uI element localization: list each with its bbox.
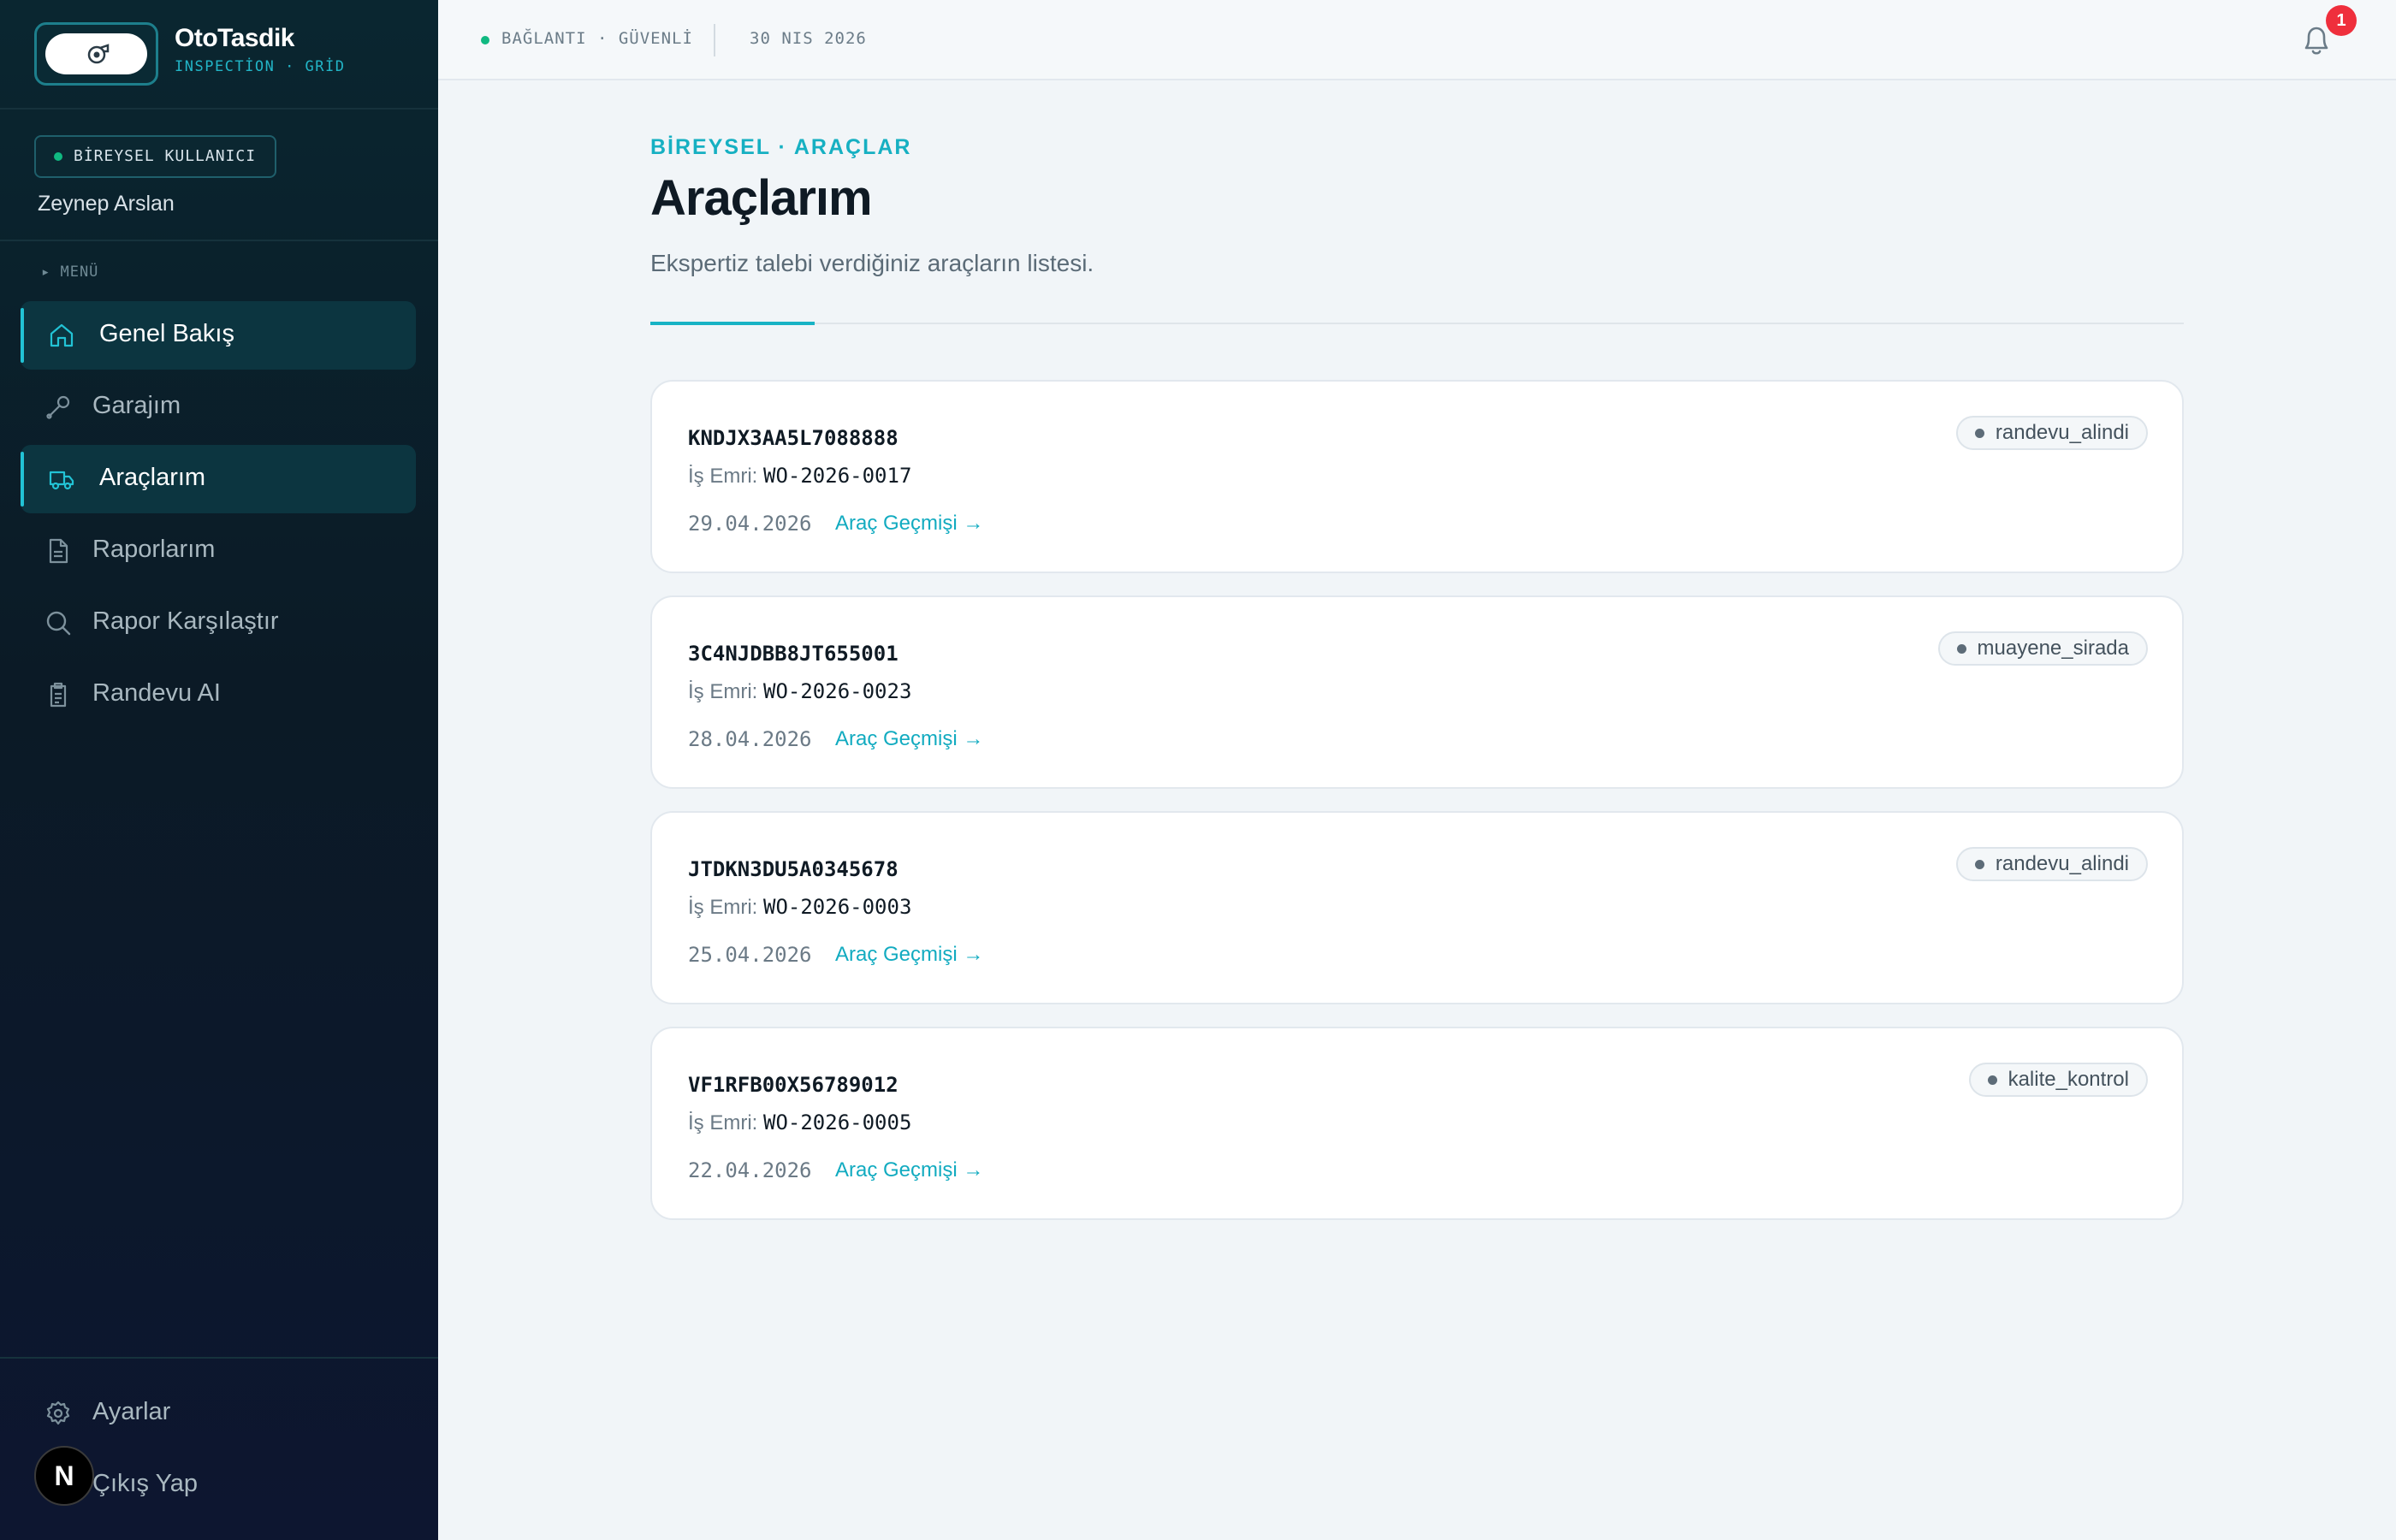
divider (714, 24, 715, 56)
work-order-label: İş Emri: (688, 465, 758, 488)
vehicle-card[interactable]: 3C4NJDBB8JT655001 İş Emri: WO-2026-0023 … (650, 595, 2184, 789)
sidebar-item-label: Randevu AI (92, 679, 221, 707)
status-dot (1974, 429, 1984, 438)
vehicle-vin: VF1RFB00X56789012 (688, 1073, 898, 1097)
vehicle-history-link[interactable]: Araç Geçmişi → (835, 943, 983, 967)
document-icon (49, 538, 68, 564)
sidebar-item-label: Çıkış Yap (92, 1470, 199, 1497)
status-label: randevu_alindi (1995, 421, 2129, 444)
sidebar-item-label: Ayarlar (92, 1398, 171, 1425)
sidebar-item-ayarlar[interactable]: Ayarlar (21, 1379, 416, 1448)
sidebar-item-label: Araçlarım (99, 464, 206, 491)
status-badge: kalite_kontrol (1968, 1063, 2148, 1097)
role-label: BİREYSEL KULLANICI (74, 147, 257, 165)
vehicle-date: 29.04.2026 (688, 512, 812, 536)
notification-count-badge[interactable]: 1 (2326, 5, 2357, 36)
sidebar-item-garajim[interactable]: Garajım (21, 373, 416, 441)
connection-label: BAĞLANTI · GÜVENLİ (501, 29, 693, 48)
menu-label: ▸ MENÜ (41, 264, 99, 281)
vehicle-vin: KNDJX3AA5L7088888 (688, 426, 898, 450)
sidebar-item-label: Genel Bakış (99, 320, 234, 347)
sidebar-item-label: Rapor Karşılaştır (92, 607, 279, 635)
status-badge: randevu_alindi (1955, 847, 2148, 881)
work-order-label: İş Emri: (688, 1111, 758, 1134)
status-badge: randevu_alindi (1955, 416, 2148, 450)
vehicle-vin: 3C4NJDBB8JT655001 (688, 642, 898, 666)
status-dot (1956, 644, 1966, 654)
vehicle-card[interactable]: KNDJX3AA5L7088888 İş Emri: WO-2026-0017 … (650, 380, 2184, 573)
logo-pill (45, 33, 147, 74)
work-order-label: İş Emri: (688, 896, 758, 919)
dev-indicator-button[interactable]: N (34, 1446, 94, 1506)
user-panel: BİREYSEL KULLANICI Zeynep Arslan (0, 110, 438, 241)
user-name: Zeynep Arslan (38, 192, 175, 216)
connection-dot (481, 36, 489, 44)
vehicle-vin: JTDKN3DU5A0345678 (688, 857, 898, 881)
online-dot (54, 152, 62, 161)
work-order: İş Emri: WO-2026-0023 (688, 679, 911, 704)
vehicle-history-link[interactable]: Araç Geçmişi → (835, 1158, 983, 1182)
status-badge: muayene_sirada (1937, 631, 2148, 666)
status-dot (1987, 1075, 1997, 1085)
truck-icon (49, 471, 74, 490)
sidebar: OtoTasdik INSPECTİON · GRİD BİREYSEL KUL… (0, 0, 438, 1540)
vehicle-date: 25.04.2026 (688, 943, 812, 967)
topbar: BAĞLANTI · GÜVENLİ 30 NIS 2026 1 (438, 0, 2396, 80)
vehicle-history-link[interactable]: Araç Geçmişi → (835, 727, 983, 751)
status-label: kalite_kontrol (2008, 1068, 2129, 1091)
home-icon (50, 323, 74, 347)
work-order-value: WO-2026-0023 (763, 679, 912, 703)
divider-accent (650, 322, 815, 325)
page-title: Araçlarım (650, 170, 873, 226)
breadcrumb: BİREYSEL · ARAÇLAR (650, 135, 912, 159)
vehicle-date: 28.04.2026 (688, 727, 812, 751)
work-order: İş Emri: WO-2026-0005 (688, 1111, 911, 1135)
page-description: Ekspertiz talebi verdiğiniz araçların li… (650, 250, 1094, 276)
connection-status: BAĞLANTI · GÜVENLİ (481, 29, 693, 48)
status-label: muayene_sirada (1977, 637, 2129, 660)
current-date: 30 NIS 2026 (750, 29, 867, 48)
sidebar-item-label: Garajım (92, 392, 181, 419)
sidebar-item-raporlarim[interactable]: Raporlarım (21, 517, 416, 585)
sidebar-item-randevu-ai[interactable]: Randevu AI (21, 660, 416, 729)
sidebar-item-araclarim[interactable]: Araçlarım (21, 445, 416, 513)
work-order-label: İş Emri: (688, 680, 758, 703)
vehicle-card[interactable]: VF1RFB00X56789012 İş Emri: WO-2026-0005 … (650, 1027, 2184, 1220)
brand-name: OtoTasdik (175, 24, 294, 52)
vehicle-history-link[interactable]: Araç Geçmişi → (835, 512, 983, 536)
sidebar-item-label: Raporlarım (92, 536, 216, 563)
brand-subtitle: INSPECTİON · GRİD (175, 58, 346, 75)
status-label: randevu_alindi (1995, 852, 2129, 875)
divider (650, 323, 2184, 324)
wrench-icon (46, 395, 70, 419)
turbo-icon (87, 44, 110, 64)
work-order-value: WO-2026-0005 (763, 1111, 912, 1134)
logo[interactable] (34, 22, 158, 86)
work-order-value: WO-2026-0003 (763, 895, 912, 919)
work-order: İş Emri: WO-2026-0003 (688, 895, 911, 920)
sidebar-item-rapor-karsilastir[interactable]: Rapor Karşılaştır (21, 589, 416, 657)
role-badge: BİREYSEL KULLANICI (34, 135, 277, 178)
brand-header: OtoTasdik INSPECTİON · GRİD (0, 0, 438, 110)
vehicle-date: 22.04.2026 (688, 1158, 812, 1182)
work-order-value: WO-2026-0017 (763, 464, 912, 488)
vehicle-card[interactable]: JTDKN3DU5A0345678 İş Emri: WO-2026-0003 … (650, 811, 2184, 1004)
search-icon (46, 611, 71, 636)
sidebar-item-genel-bakis[interactable]: Genel Bakış (21, 301, 416, 370)
status-dot (1974, 860, 1984, 869)
gear-icon (46, 1401, 70, 1425)
clipboard-icon (50, 682, 67, 708)
work-order: İş Emri: WO-2026-0017 (688, 464, 911, 489)
